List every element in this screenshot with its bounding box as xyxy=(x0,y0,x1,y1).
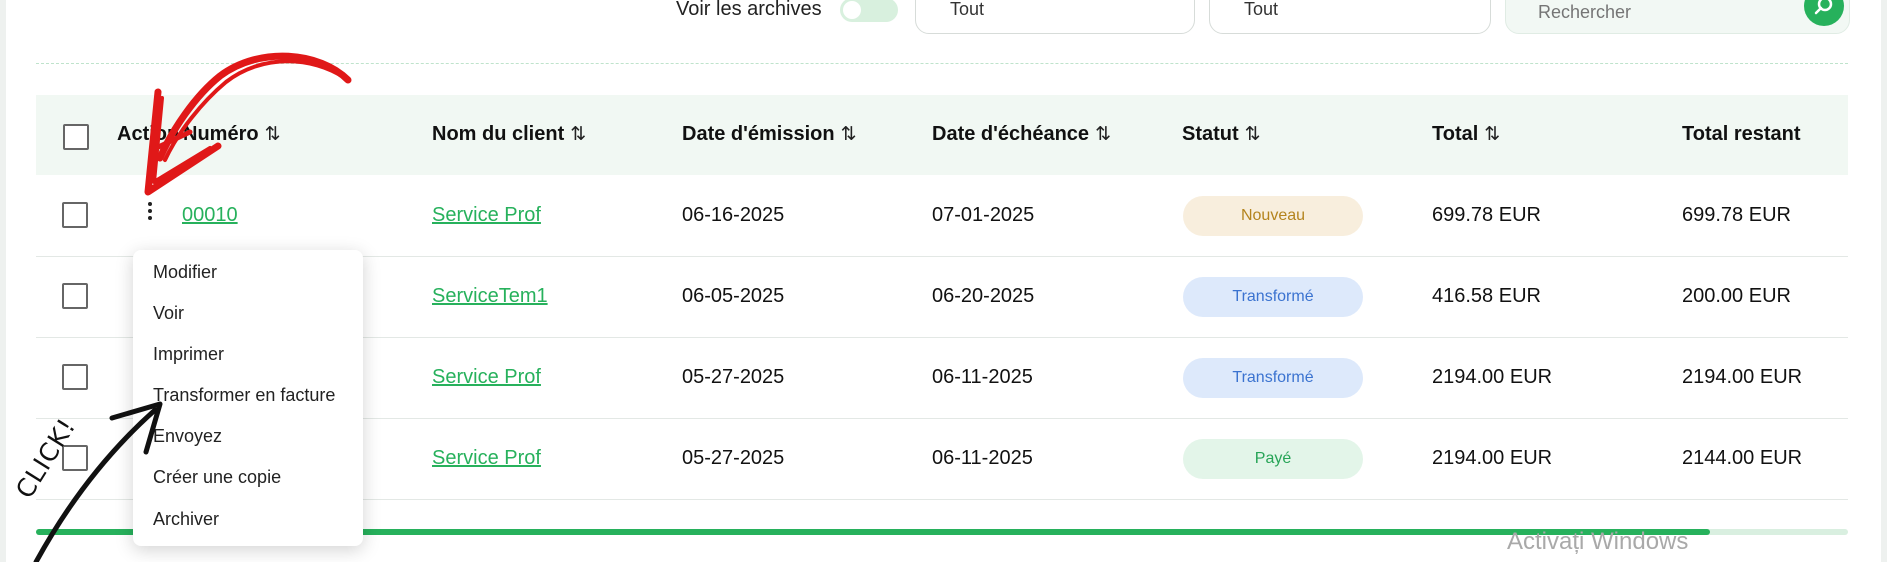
annotation-overlay xyxy=(33,52,352,562)
red-arrow-annotation xyxy=(144,52,352,196)
